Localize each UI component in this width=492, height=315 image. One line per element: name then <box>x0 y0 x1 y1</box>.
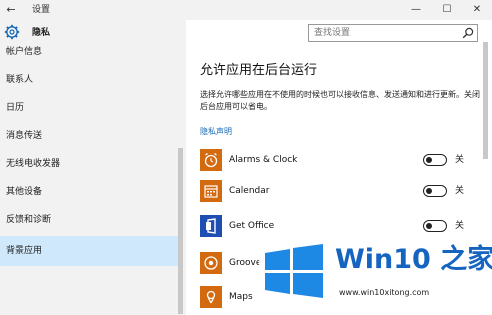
toggle-knob <box>426 156 432 163</box>
sidebar-item-other-devices[interactable]: 其他设备 <box>0 178 178 206</box>
office-icon <box>200 215 222 237</box>
app-name: Groove <box>229 258 262 268</box>
sidebar-item-messaging[interactable]: 消息传送 <box>0 122 178 150</box>
app-row: Get Office 关 <box>200 215 480 239</box>
sidebar-item-feedback[interactable]: 反馈和诊断 <box>0 206 178 234</box>
page-title: 允许应用在后台运行 <box>200 63 318 78</box>
background-toggle[interactable] <box>423 185 447 197</box>
sidebar-item-radios[interactable]: 无线电收发器 <box>0 150 178 178</box>
groove-music-icon <box>200 252 222 274</box>
app-row: Alarms & Clock 关 <box>200 149 480 173</box>
search-icon[interactable] <box>462 27 474 39</box>
sidebar-item-account-info[interactable]: 帐户信息 <box>0 38 178 66</box>
watermark: Win10 之家 www.win10xitong.com <box>259 238 492 315</box>
background-toggle[interactable] <box>423 154 447 166</box>
main-scrollbar[interactable] <box>483 42 488 159</box>
toggle-knob <box>426 187 432 194</box>
background-toggle[interactable] <box>423 220 447 232</box>
sidebar: 隐私 帐户信息 联系人 日历 消息传送 无线电收发器 其他设备 反馈和诊断 背景… <box>0 20 186 315</box>
maximize-button[interactable]: ☐ <box>432 0 462 20</box>
back-arrow-icon[interactable]: ← <box>0 0 22 20</box>
window-title: 设置 <box>32 5 51 15</box>
alarm-clock-icon <box>200 149 222 171</box>
watermark-url: www.win10xitong.com <box>339 288 430 297</box>
close-button[interactable]: ✕ <box>462 0 492 20</box>
watermark-title: Win10 之家 <box>335 244 492 275</box>
app-name: Calendar <box>229 186 270 196</box>
search-box[interactable]: 查找设置 <box>308 24 478 42</box>
title-bar: ← 设置 — ☐ ✕ <box>0 0 492 20</box>
privacy-statement-link[interactable]: 隐私声明 <box>200 126 232 138</box>
sidebar-item-contacts[interactable]: 联系人 <box>0 66 178 94</box>
sidebar-scrollbar[interactable] <box>178 148 183 314</box>
app-name: Alarms & Clock <box>229 155 298 165</box>
sidebar-item-calendar[interactable]: 日历 <box>0 94 178 122</box>
minimize-button[interactable]: — <box>401 0 431 20</box>
page-description: 选择允许哪些应用在不使用的时候也可以接收信息、发送通知和进行更新。关闭后台应用可… <box>200 90 480 111</box>
app-name: Get Office <box>229 221 275 231</box>
sidebar-item-background-apps[interactable]: 背景应用 <box>0 236 178 266</box>
toggle-state-label: 关 <box>455 221 465 231</box>
toggle-state-label: 关 <box>455 155 465 165</box>
search-input[interactable]: 查找设置 <box>314 27 350 40</box>
app-row: Calendar 关 <box>200 180 480 204</box>
windows-logo-icon <box>265 244 323 298</box>
calendar-icon <box>200 180 222 202</box>
app-name: Maps <box>229 292 253 302</box>
maps-icon <box>200 286 222 308</box>
toggle-knob <box>426 222 432 229</box>
toggle-state-label: 关 <box>455 186 465 196</box>
